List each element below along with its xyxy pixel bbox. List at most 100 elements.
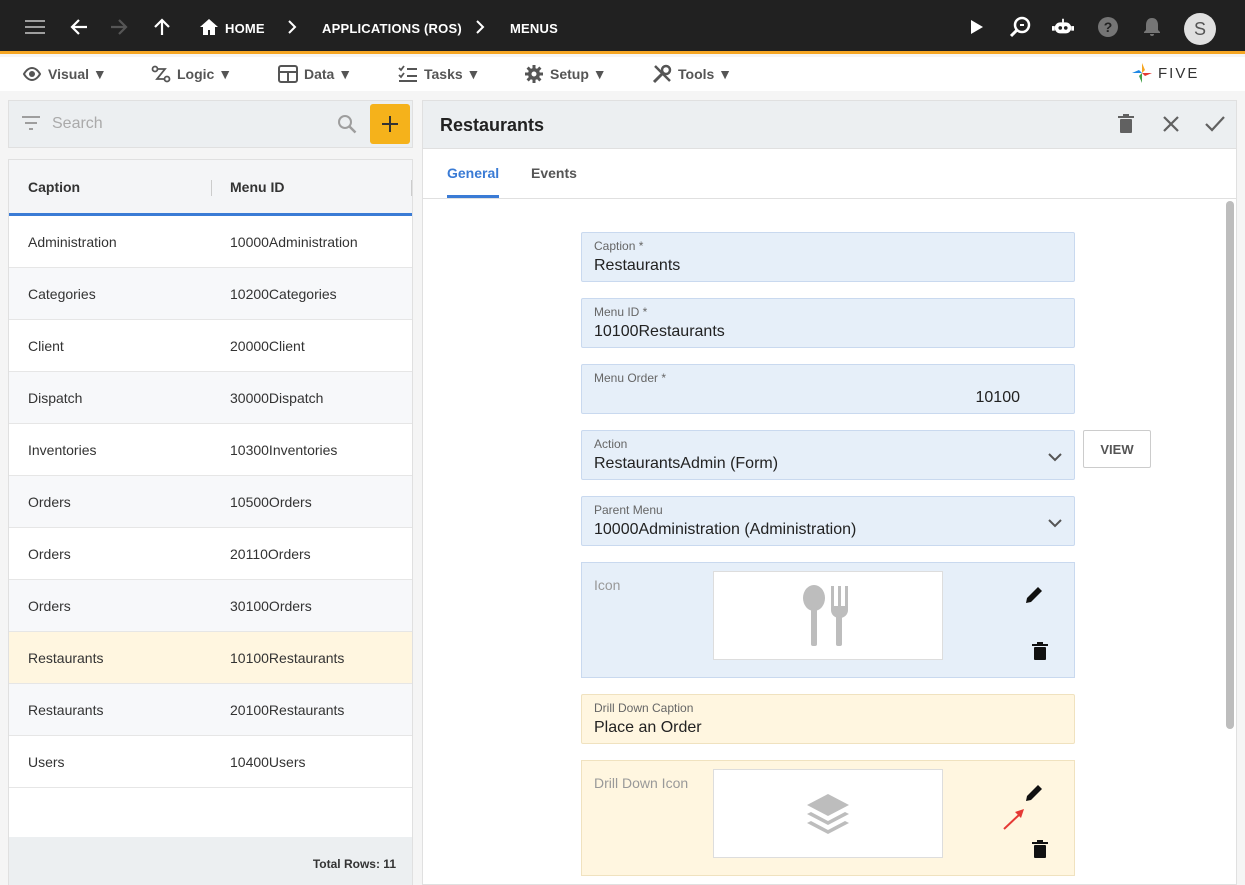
logic-icon — [151, 65, 171, 83]
row-menu-id: 20000Client — [230, 338, 305, 354]
total-rows-label: Total Rows: 11 — [312, 857, 396, 871]
eye-icon — [22, 67, 42, 81]
menu-order-field-value[interactable]: 10100 — [976, 389, 1021, 407]
menu-tools-label: Tools ▼ — [678, 66, 733, 82]
form-scrollbar[interactable] — [1226, 201, 1234, 729]
table-row[interactable]: Orders 10500Orders — [9, 476, 412, 528]
drill-down-caption-value[interactable]: Place an Order — [594, 719, 702, 737]
breadcrumb-menus[interactable]: MENUS — [510, 21, 558, 36]
form-title: Restaurants — [440, 115, 545, 135]
menu-visual[interactable]: Visual ▼ — [22, 63, 107, 85]
caption-field-label: Caption * — [594, 239, 644, 253]
play-icon[interactable] — [966, 16, 988, 38]
assistant-bot-icon[interactable] — [1052, 16, 1074, 38]
help-icon[interactable]: ? — [1097, 16, 1119, 38]
table-row[interactable]: Inventories 10300Inventories — [9, 424, 412, 476]
breadcrumb-applications[interactable]: APPLICATIONS (ROS) — [322, 21, 462, 36]
table-row[interactable]: Client 20000Client — [9, 320, 412, 372]
row-caption: Restaurants — [28, 650, 104, 666]
column-header-caption[interactable]: Caption — [28, 179, 80, 195]
menu-logic[interactable]: Logic ▼ — [151, 63, 232, 85]
home-icon[interactable] — [198, 16, 220, 38]
row-menu-id: 10500Orders — [230, 494, 312, 510]
icon-field-label: Icon — [594, 577, 621, 593]
user-avatar[interactable]: S — [1184, 13, 1216, 45]
chevron-down-icon[interactable] — [1048, 515, 1062, 533]
table-row[interactable]: Restaurants 20100Restaurants — [9, 684, 412, 736]
svg-text:?: ? — [1104, 19, 1113, 35]
active-tab-indicator — [447, 195, 499, 198]
search-icon[interactable] — [337, 114, 357, 139]
tab-general[interactable]: General — [447, 165, 499, 181]
menu-setup[interactable]: Setup ▼ — [524, 63, 607, 85]
drill-down-caption-field[interactable]: Drill Down Caption Place an Order — [581, 694, 1075, 744]
menu-order-field[interactable]: Menu Order * 10100 — [581, 364, 1075, 414]
row-caption: Restaurants — [28, 702, 104, 718]
column-header-menu-id[interactable]: Menu ID — [230, 179, 284, 195]
caption-field-value[interactable]: Restaurants — [594, 257, 680, 275]
row-caption: Client — [28, 338, 64, 354]
row-caption: Administration — [28, 234, 117, 250]
menu-tasks[interactable]: Tasks ▼ — [398, 63, 480, 85]
row-menu-id: 10400Users — [230, 754, 306, 770]
menus-list: Caption Menu ID Administration 10000Admin… — [8, 159, 413, 885]
row-menu-id: 10000Administration — [230, 234, 358, 250]
save-check-icon[interactable] — [1204, 114, 1226, 139]
filter-icon[interactable] — [21, 115, 41, 136]
chevron-down-icon[interactable] — [1048, 449, 1062, 467]
five-logo-mark-icon — [1132, 63, 1152, 83]
table-row[interactable]: Categories 10200Categories — [9, 268, 412, 320]
delete-record-icon[interactable] — [1117, 114, 1135, 139]
tab-events[interactable]: Events — [531, 165, 577, 181]
drill-down-icon-field: Drill Down Icon — [581, 760, 1075, 876]
menu-data[interactable]: Data ▼ — [278, 63, 352, 85]
row-menu-id: 20110Orders — [230, 546, 311, 562]
menu-tools[interactable]: Tools ▼ — [652, 63, 732, 85]
close-icon[interactable] — [1161, 114, 1181, 139]
row-menu-id: 10300Inventories — [230, 442, 338, 458]
column-divider — [411, 180, 412, 196]
icon-field: Icon — [581, 562, 1075, 678]
back-arrow-icon[interactable] — [68, 16, 90, 38]
five-logo-text: FIVE — [1158, 64, 1200, 82]
add-button[interactable] — [370, 104, 410, 144]
menu-logic-label: Logic ▼ — [177, 66, 233, 82]
table-row[interactable]: Users 10400Users — [9, 736, 412, 788]
table-row[interactable]: Orders 30100Orders — [9, 580, 412, 632]
hamburger-menu-icon[interactable] — [24, 16, 46, 38]
table-icon — [278, 65, 298, 83]
cutlery-icon — [803, 584, 848, 646]
action-select-value[interactable]: RestaurantsAdmin (Form) — [594, 455, 778, 473]
row-caption: Users — [28, 754, 65, 770]
menu-id-field[interactable]: Menu ID * 10100Restaurants — [581, 298, 1075, 348]
table-row[interactable]: Restaurants 10100Restaurants — [9, 632, 412, 684]
parent-menu-select[interactable]: Parent Menu 10000Administration (Adminis… — [581, 496, 1075, 546]
delete-drill-down-icon-trash-icon[interactable] — [1032, 840, 1048, 863]
inspect-search-icon[interactable] — [1009, 16, 1031, 38]
parent-menu-select-value[interactable]: 10000Administration (Administration) — [594, 521, 856, 539]
view-button[interactable]: VIEW — [1083, 430, 1151, 468]
icon-preview — [713, 571, 943, 660]
list-rows: Administration 10000Administration Categor… — [9, 216, 412, 788]
list-header: Caption Menu ID — [9, 160, 412, 216]
row-caption: Orders — [28, 598, 71, 614]
menu-setup-label: Setup ▼ — [550, 66, 607, 82]
notifications-bell-icon[interactable] — [1141, 16, 1163, 38]
edit-icon-pencil-icon[interactable] — [1024, 585, 1044, 610]
table-row[interactable]: Orders 20110Orders — [9, 528, 412, 580]
red-arrow-annotation-icon — [1002, 805, 1028, 836]
action-select-label: Action — [594, 437, 628, 451]
menu-visual-label: Visual ▼ — [48, 66, 107, 82]
breadcrumb-home[interactable]: HOME — [225, 21, 265, 36]
search-input[interactable]: Search — [52, 115, 103, 133]
row-caption: Inventories — [28, 442, 97, 458]
menu-id-field-value[interactable]: 10100Restaurants — [594, 323, 725, 341]
table-row[interactable]: Dispatch 30000Dispatch — [9, 372, 412, 424]
table-row[interactable]: Administration 10000Administration — [9, 216, 412, 268]
delete-icon-trash-icon[interactable] — [1032, 642, 1048, 665]
forward-arrow-icon[interactable] — [108, 16, 130, 38]
action-select[interactable]: Action RestaurantsAdmin (Form) — [581, 430, 1075, 480]
up-arrow-icon[interactable] — [151, 16, 173, 38]
row-menu-id: 30000Dispatch — [230, 390, 324, 406]
caption-field[interactable]: Caption * Restaurants — [581, 232, 1075, 282]
